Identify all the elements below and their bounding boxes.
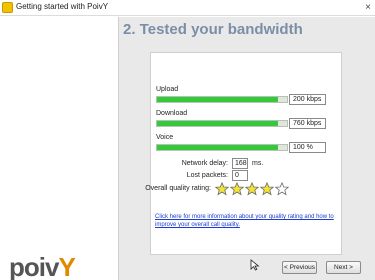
voice-label: Voice bbox=[156, 134, 174, 141]
star-icon bbox=[245, 182, 259, 196]
star-icon bbox=[215, 182, 229, 196]
bandwidth-results-panel: Upload 200 kbps Download 760 kbps Voice … bbox=[145, 52, 342, 255]
star-icon bbox=[230, 182, 244, 196]
upload-meter bbox=[156, 96, 288, 103]
download-label: Download bbox=[156, 110, 188, 117]
lost-packets-label: Lost packets: bbox=[186, 172, 228, 179]
voice-meter bbox=[156, 144, 288, 151]
voice-meter-fill bbox=[157, 145, 278, 150]
setup-wizard-window: Getting started with PoivY × poivY 2. Te… bbox=[0, 0, 375, 280]
download-value-field: 760 kbps bbox=[289, 118, 326, 129]
next-button[interactable]: Next > bbox=[326, 261, 361, 274]
network-delay-field: 168 bbox=[232, 158, 248, 169]
quality-info-link[interactable]: Click here for more information about yo… bbox=[155, 213, 335, 229]
quality-rating-label: Overall quality rating: bbox=[145, 185, 211, 192]
close-icon[interactable]: × bbox=[365, 1, 371, 14]
voice-value-field: 100 % bbox=[289, 142, 326, 153]
poivy-app-icon bbox=[2, 2, 13, 13]
wizard-content: 2. Tested your bandwidth Upload 200 kbps… bbox=[118, 17, 375, 280]
star-icon bbox=[275, 182, 289, 196]
quality-rating-stars bbox=[215, 182, 290, 196]
upload-value-field: 200 kbps bbox=[289, 94, 326, 105]
network-delay-unit: ms. bbox=[252, 160, 264, 167]
lost-packets-field: 0 bbox=[232, 170, 248, 181]
upload-meter-fill bbox=[157, 97, 278, 102]
download-meter bbox=[156, 120, 288, 127]
network-delay-label: Network delay: bbox=[181, 160, 228, 167]
upload-label: Upload bbox=[156, 86, 179, 93]
mouse-cursor-icon bbox=[250, 259, 260, 271]
wizard-sidebar: poivY bbox=[0, 17, 118, 280]
page-title: 2. Tested your bandwidth bbox=[123, 21, 303, 38]
download-meter-fill bbox=[157, 121, 278, 126]
star-icon bbox=[260, 182, 274, 196]
window-title: Getting started with PoivY bbox=[16, 2, 109, 11]
poivy-logo: poivY bbox=[9, 252, 76, 280]
logo-text: poiv bbox=[9, 252, 59, 280]
title-bar: Getting started with PoivY × bbox=[0, 0, 375, 16]
previous-button[interactable]: < Previous bbox=[282, 261, 317, 274]
logo-accent: Y bbox=[58, 252, 75, 280]
